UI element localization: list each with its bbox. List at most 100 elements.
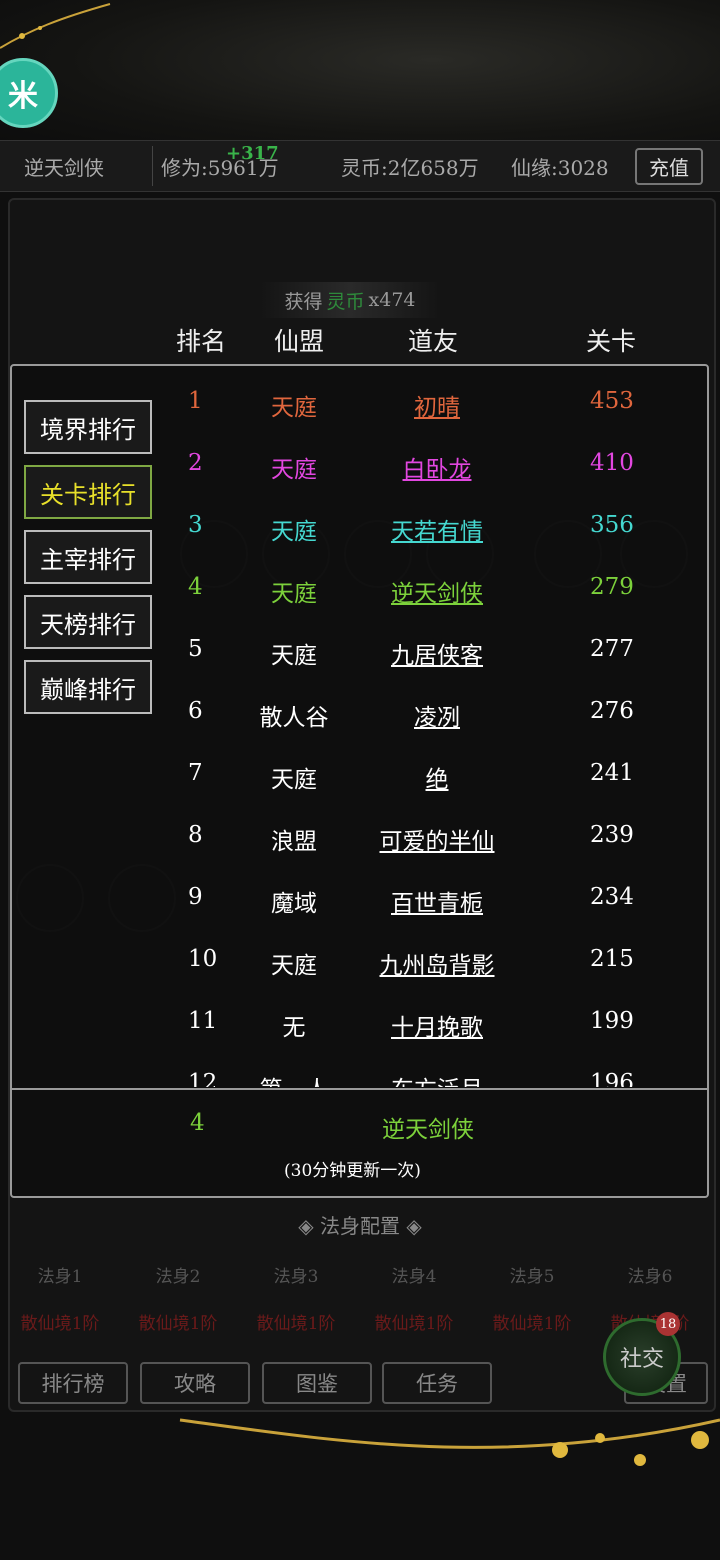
fashen-state: 散仙境1阶 <box>20 1314 100 1334</box>
bottom-button-1[interactable]: 排行榜 <box>18 1362 128 1404</box>
rank-cell: 8 <box>188 822 203 848</box>
level-cell: 276 <box>590 698 634 724</box>
player-link[interactable]: 十月挽歌 <box>342 1008 532 1042</box>
reward-count: x474 <box>368 289 416 311</box>
table-row[interactable]: 7 天庭绝 241 <box>12 744 707 806</box>
recharge-button[interactable]: 充值 <box>635 147 703 185</box>
fashen-name: 法身6 <box>627 1267 673 1287</box>
bottom-button-4[interactable]: 任务 <box>382 1362 492 1404</box>
spirit-coin-value: 灵币:2亿658万 <box>341 155 479 180</box>
fashen-slot[interactable]: 法身4 散仙境1阶 <box>364 1262 464 1334</box>
alliance-cell: 天庭 <box>271 767 317 793</box>
player-link[interactable]: 初晴 <box>342 388 532 422</box>
reward-item: 灵币 <box>326 290 365 313</box>
level-cell: 453 <box>590 388 634 414</box>
fashen-slot[interactable]: 法身1 散仙境1阶 <box>10 1262 110 1334</box>
player-link[interactable]: 天若有情 <box>342 512 532 546</box>
bottom-button-3[interactable]: 图鉴 <box>262 1362 372 1404</box>
rank-cell: 12 <box>188 1070 218 1087</box>
level-cell: 215 <box>590 946 634 972</box>
tab-ranking-4[interactable]: 天榜排行 <box>24 595 152 649</box>
alliance-cell: 无 <box>282 1015 306 1041</box>
fashen-state: 散仙境1阶 <box>256 1314 336 1334</box>
player-link[interactable]: 东方泛月 <box>342 1070 532 1087</box>
rank-cell: 9 <box>188 884 203 910</box>
alliance-cell: 魔域 <box>271 891 317 917</box>
fashen-name: 法身2 <box>155 1267 201 1287</box>
player-link[interactable]: 白卧龙 <box>342 450 532 484</box>
social-label: 社交 <box>619 1347 664 1372</box>
bottom-gold-decoration <box>179 1418 720 1466</box>
self-player: 逆天剑侠 <box>382 1117 474 1143</box>
bottom-button-2[interactable]: 攻略 <box>140 1362 250 1404</box>
table-row[interactable]: 10 天庭 九州岛背影 215 <box>12 930 707 992</box>
refresh-note: (30分钟更新一次) <box>284 1161 421 1181</box>
alliance-cell: 散人谷 <box>259 705 329 731</box>
tab-ranking-1[interactable]: 境界排行 <box>24 400 152 454</box>
fashen-name: 法身3 <box>273 1267 319 1287</box>
player-link[interactable]: 可爱的半仙 <box>342 822 532 856</box>
player-link[interactable]: 绝 <box>342 760 532 794</box>
fashen-title: ◈ 法身配置 ◈ <box>298 1214 422 1238</box>
fashen-slot[interactable]: 法身2 散仙境1阶 <box>128 1262 228 1334</box>
cultivation-gain: +317 <box>226 143 279 164</box>
rank-cell: 4 <box>188 574 203 600</box>
player-link[interactable]: 逆天剑侠 <box>342 574 532 608</box>
notification-badge: 18 <box>656 1312 680 1336</box>
alliance-cell: 天庭 <box>271 953 317 979</box>
level-cell: 241 <box>590 760 634 786</box>
rank-cell: 2 <box>188 450 203 476</box>
rank-cell: 6 <box>188 698 203 724</box>
alliance-cell: 天庭 <box>271 643 317 669</box>
player-link[interactable]: 凌冽 <box>342 698 532 732</box>
header-level: 关卡 <box>586 327 637 356</box>
level-cell: 277 <box>590 636 634 662</box>
table-row[interactable]: 9 魔域 百世青栀 234 <box>12 868 707 930</box>
level-cell: 239 <box>590 822 634 848</box>
rank-cell: 11 <box>188 1008 218 1034</box>
tab-ranking-2[interactable]: 关卡排行 <box>24 465 152 519</box>
alliance-cell: 天庭 <box>271 519 317 545</box>
reward-prefix: 获得 <box>284 290 323 313</box>
header-alliance: 仙盟 <box>274 327 325 356</box>
level-cell: 199 <box>590 1008 634 1034</box>
tab-ranking-5[interactable]: 巅峰排行 <box>24 660 152 714</box>
fashen-name: 法身4 <box>391 1267 437 1287</box>
divider <box>152 146 153 186</box>
fashen-state: 散仙境1阶 <box>492 1314 572 1334</box>
level-cell: 356 <box>590 512 634 538</box>
tab-ranking-3[interactable]: 主宰排行 <box>24 530 152 584</box>
alliance-cell: 第一人 <box>256 1070 332 1087</box>
player-link[interactable]: 百世青栀 <box>342 884 532 918</box>
player-link[interactable]: 九居侠客 <box>342 636 532 670</box>
table-row[interactable]: 11 无 十月挽歌 199 <box>12 992 707 1054</box>
table-row[interactable]: 12 第一人东方泛月 196 <box>12 1054 707 1087</box>
status-bar: 逆天剑侠 修为:5961万 灵币:2亿658万 仙缘:3028 充值 <box>0 140 720 192</box>
level-cell: 410 <box>590 450 634 476</box>
rank-cell: 7 <box>188 760 203 786</box>
level-cell: 279 <box>590 574 634 600</box>
header-player: 道友 <box>408 327 459 356</box>
player-link[interactable]: 九州岛背影 <box>342 946 532 980</box>
header-rank: 排名 <box>176 327 227 356</box>
reward-message: 获得 灵币 x474 <box>260 282 440 318</box>
player-name: 逆天剑侠 <box>24 155 104 180</box>
fate-value: 仙缘:3028 <box>511 155 609 180</box>
alliance-cell: 天庭 <box>271 395 317 421</box>
fashen-name: 法身5 <box>509 1267 555 1287</box>
fashen-name: 法身1 <box>37 1267 83 1287</box>
fashen-slot[interactable]: 法身5 散仙境1阶 <box>482 1262 582 1334</box>
rank-cell: 5 <box>188 636 203 662</box>
fashen-slot[interactable]: 法身3 散仙境1阶 <box>246 1262 346 1334</box>
mi-badge-label: 米 <box>8 79 38 114</box>
self-rank: 4 <box>190 1110 205 1136</box>
alliance-cell: 天庭 <box>271 581 317 607</box>
fashen-state: 散仙境1阶 <box>138 1314 218 1334</box>
table-row[interactable]: 8 浪盟 可爱的半仙 239 <box>12 806 707 868</box>
level-cell: 234 <box>590 884 634 910</box>
alliance-cell: 天庭 <box>271 457 317 483</box>
fashen-title-label: 法身配置 <box>320 1214 400 1238</box>
level-cell: 196 <box>590 1070 634 1087</box>
rank-cell: 1 <box>188 388 203 414</box>
rank-cell: 3 <box>188 512 203 538</box>
